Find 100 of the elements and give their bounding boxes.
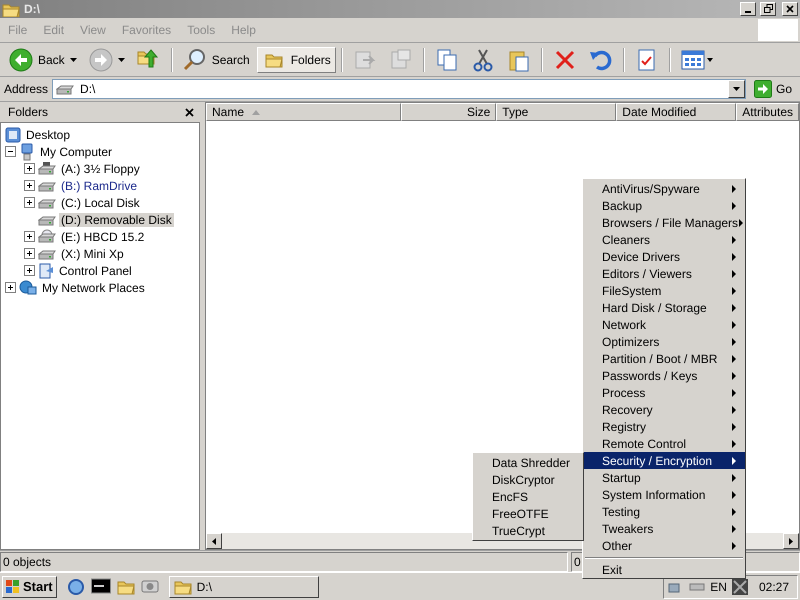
scissors-icon bbox=[470, 48, 495, 72]
menu-item[interactable]: TrueCrypt bbox=[473, 522, 583, 539]
window-title: D:\ bbox=[24, 2, 40, 16]
menu-item[interactable]: Passwords / Keys bbox=[583, 367, 745, 384]
address-label: Address bbox=[4, 82, 48, 96]
expand-button[interactable] bbox=[24, 231, 35, 242]
expand-button[interactable] bbox=[24, 180, 35, 192]
menu-item[interactable]: Data Shredder bbox=[473, 454, 583, 471]
menu-item[interactable]: DiskCryptor bbox=[473, 471, 583, 488]
expand-button[interactable] bbox=[24, 248, 35, 260]
caret-icon bbox=[732, 87, 740, 92]
plus-icon bbox=[27, 251, 32, 256]
tree-item[interactable]: (X:) Mini Xp bbox=[59, 246, 126, 261]
submenu-arrow-icon bbox=[731, 542, 737, 550]
expand-button[interactable] bbox=[5, 282, 16, 294]
left-arrow-icon bbox=[212, 538, 216, 545]
submenu-arrow-icon bbox=[731, 440, 737, 448]
tree-item[interactable]: (A:) 3½ Floppy bbox=[59, 162, 142, 176]
menu-item[interactable]: Recovery bbox=[583, 401, 745, 418]
keyboard-icon bbox=[689, 582, 706, 592]
submenu-arrow-icon bbox=[731, 270, 737, 278]
submenu-arrow-icon bbox=[731, 304, 737, 312]
menu-item[interactable]: AntiVirus/Spyware bbox=[583, 180, 745, 197]
menu-item[interactable]: Optimizers bbox=[583, 333, 745, 350]
submenu-arrow-icon bbox=[731, 320, 737, 328]
folders-button[interactable]: Folders bbox=[256, 46, 336, 72]
menu-item[interactable]: System Information bbox=[583, 486, 745, 503]
search-button[interactable]: Search bbox=[178, 46, 255, 72]
column-header[interactable]: Attributes bbox=[736, 103, 799, 122]
menu-item[interactable]: Device Drivers bbox=[583, 248, 745, 265]
menu-item[interactable]: Browsers / File Managers bbox=[583, 214, 745, 231]
menu-item[interactable]: Process bbox=[583, 384, 745, 401]
tree-item[interactable]: (D:) Removable Disk bbox=[59, 212, 174, 227]
plus-icon bbox=[27, 166, 32, 172]
scroll-left-button[interactable] bbox=[206, 533, 222, 550]
column-header[interactable]: Name bbox=[206, 103, 402, 122]
status-text: 0 objects bbox=[0, 552, 568, 572]
tree-item[interactable]: My Network Places bbox=[40, 280, 147, 295]
go-button[interactable]: Go bbox=[750, 80, 796, 98]
undo-icon bbox=[588, 48, 613, 72]
start-button[interactable]: Start bbox=[2, 576, 57, 598]
submenu-arrow-icon bbox=[731, 422, 737, 430]
expand-button[interactable] bbox=[24, 197, 35, 208]
column-header[interactable]: Type bbox=[496, 103, 616, 122]
search-icon bbox=[182, 48, 207, 72]
menu-item[interactable]: Remote Control bbox=[583, 435, 745, 452]
submenu-arrow-icon bbox=[731, 490, 737, 498]
restore-button[interactable] bbox=[760, 2, 776, 16]
expand-button[interactable] bbox=[24, 265, 35, 276]
computer-icon bbox=[19, 142, 35, 161]
views-icon bbox=[680, 48, 715, 72]
control-panel-icon bbox=[38, 262, 54, 279]
clock: 02:27 bbox=[758, 580, 789, 594]
menu-item[interactable]: Startup bbox=[583, 469, 745, 486]
menu-item[interactable]: Registry bbox=[583, 418, 745, 435]
close-icon bbox=[786, 4, 794, 13]
minimize-icon bbox=[745, 10, 751, 13]
tree-item[interactable]: Control Panel bbox=[57, 264, 134, 278]
menu-item[interactable]: Tweakers bbox=[583, 520, 745, 537]
collapse-button[interactable] bbox=[5, 146, 16, 158]
dropdown-button[interactable] bbox=[728, 80, 745, 98]
plus-icon bbox=[8, 285, 13, 290]
taskbar-button[interactable]: D:\ bbox=[168, 576, 319, 598]
menu-item[interactable]: Cleaners bbox=[583, 231, 745, 248]
tree-item[interactable]: My Computer bbox=[38, 144, 114, 159]
cd-drive-icon bbox=[38, 228, 56, 245]
menu-item[interactable]: Other bbox=[583, 537, 745, 554]
scroll-right-button[interactable] bbox=[783, 533, 799, 550]
language-indicator[interactable]: EN bbox=[710, 580, 727, 594]
caret-icon bbox=[118, 58, 125, 62]
back-button[interactable]: Back bbox=[4, 46, 82, 72]
menu-item[interactable]: Partition / Boot / MBR bbox=[583, 350, 745, 367]
menu-item[interactable]: Network bbox=[583, 316, 745, 333]
close-button[interactable] bbox=[782, 2, 798, 16]
menu-item[interactable]: EncFS bbox=[473, 488, 583, 505]
submenu-arrow-icon bbox=[731, 202, 737, 210]
tree-item[interactable]: (B:) RamDrive bbox=[59, 178, 140, 193]
copy-to-icon bbox=[388, 48, 413, 72]
pane-title: Folders bbox=[8, 105, 48, 120]
tree-item[interactable]: Desktop bbox=[24, 128, 72, 142]
sort-arrow-icon bbox=[252, 110, 260, 115]
menu-item[interactable]: Backup bbox=[583, 197, 745, 214]
tree-item[interactable]: (C:) Local Disk bbox=[59, 196, 142, 210]
tree-item[interactable]: (E:) HBCD 15.2 bbox=[59, 230, 146, 244]
menu-item[interactable]: Security / Encryption bbox=[583, 452, 745, 469]
menu-item[interactable]: Editors / Viewers bbox=[583, 265, 745, 282]
expand-button[interactable] bbox=[24, 163, 35, 174]
menu-item[interactable]: Hard Disk / Storage bbox=[583, 299, 745, 316]
browser-icon bbox=[66, 578, 85, 596]
column-header[interactable]: Size bbox=[401, 103, 496, 122]
submenu-arrow-icon bbox=[731, 456, 737, 464]
submenu-arrow-icon bbox=[731, 388, 737, 396]
menu-item[interactable]: Testing bbox=[583, 503, 745, 520]
column-header[interactable]: Date Modified bbox=[616, 103, 736, 122]
submenu-arrow-icon bbox=[731, 354, 737, 362]
blank-panel bbox=[758, 18, 798, 41]
minimize-button[interactable] bbox=[740, 2, 756, 16]
address-field[interactable]: D:\ bbox=[52, 79, 746, 100]
menu-item[interactable]: FreeOTFE bbox=[473, 505, 583, 522]
menu-item[interactable]: FileSystem bbox=[583, 282, 745, 299]
